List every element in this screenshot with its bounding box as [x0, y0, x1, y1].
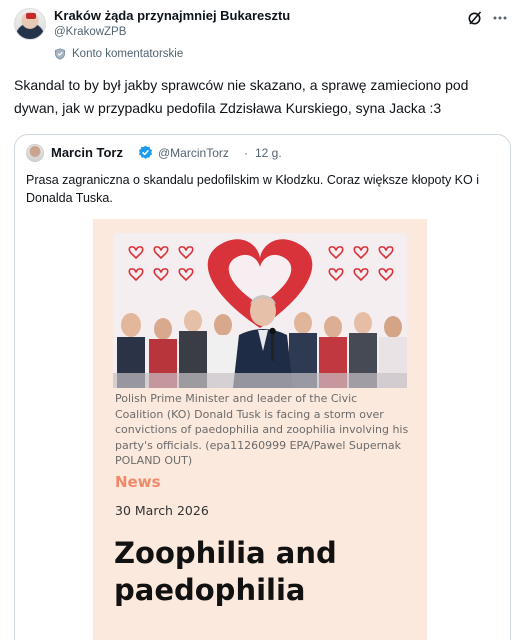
- more-icon[interactable]: [491, 9, 509, 27]
- article-caption: Polish Prime Minister and leader of the …: [115, 392, 409, 467]
- account-label[interactable]: Konto komentatorskie: [54, 48, 183, 60]
- verified-badge-icon: [138, 145, 153, 159]
- shield-icon: [55, 48, 65, 60]
- tweet: Kraków żąda przynajmniej Bukaresztu @Kra…: [0, 0, 525, 640]
- quoted-author-name[interactable]: Marcin Torz: [51, 145, 123, 160]
- quoted-timestamp[interactable]: 12 g.: [255, 146, 282, 160]
- meta-separator: ·: [244, 146, 248, 160]
- author-name[interactable]: Kraków żąda przynajmniej Bukaresztu: [54, 8, 290, 23]
- quoted-tweet-card[interactable]: Marcin Torz @MarcinTorz · 12 g. Prasa za…: [14, 134, 511, 640]
- account-label-text: Konto komentatorskie: [72, 48, 184, 60]
- article-section: News: [115, 473, 161, 491]
- article-date: 30 March 2026: [115, 503, 209, 518]
- article-screenshot[interactable]: Polish Prime Minister and leader of the …: [93, 219, 427, 640]
- article-photo: [113, 233, 407, 388]
- author-avatar[interactable]: [14, 8, 46, 40]
- quoted-author-handle[interactable]: @MarcinTorz: [158, 146, 229, 160]
- quoted-author-avatar[interactable]: [26, 144, 44, 162]
- article-headline: Zoophilia and paedophilia: [114, 536, 337, 607]
- grok-icon[interactable]: [466, 9, 484, 27]
- quoted-text: Prasa zagraniczna o skandalu pedofilskim…: [26, 173, 479, 205]
- author-handle[interactable]: @KrakowZPB: [54, 26, 126, 38]
- tweet-text: Skandal to by był jakby sprawców nie ska…: [14, 77, 469, 116]
